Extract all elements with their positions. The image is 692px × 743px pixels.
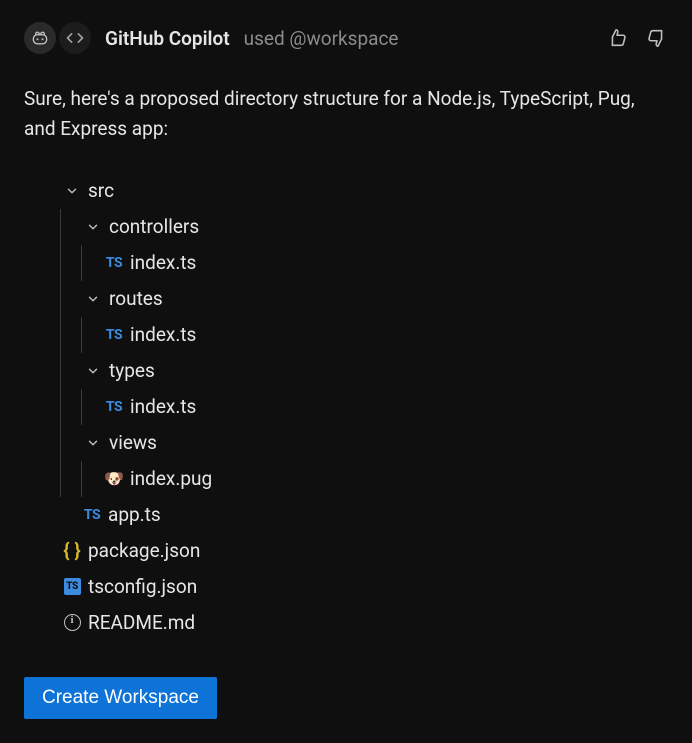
copilot-icon [30, 28, 50, 48]
tree-label: views [109, 431, 157, 454]
message-header: GitHub Copilot used @workspace [24, 22, 668, 54]
tree-folder-views[interactable]: views [40, 425, 668, 461]
tree-file-types-index[interactable]: TS index.ts [40, 389, 668, 425]
tree-folder-types[interactable]: types [40, 353, 668, 389]
info-icon [64, 614, 81, 631]
tree-file-views-index[interactable]: 🐶 index.pug [40, 461, 668, 497]
tree-label: types [109, 359, 155, 382]
tree-file-app[interactable]: TS app.ts [40, 497, 668, 533]
thumbs-up-icon [606, 27, 628, 49]
copilot-avatar [24, 22, 56, 54]
tree-folder-controllers[interactable]: controllers [40, 209, 668, 245]
chevron-down-icon [86, 292, 100, 306]
tree-label: index.ts [130, 251, 196, 274]
tree-label: tsconfig.json [88, 575, 197, 598]
typescript-icon: TS [106, 255, 122, 271]
message-body: Sure, here's a proposed directory struct… [24, 84, 668, 145]
feedback-controls [606, 27, 668, 49]
thumbs-down-button[interactable] [646, 27, 668, 49]
file-tree: src controllers TS index.ts routes [40, 173, 668, 641]
thumbs-down-icon [646, 27, 668, 49]
pug-icon: 🐶 [104, 469, 124, 488]
tree-label: index.pug [130, 467, 212, 490]
tree-file-readme[interactable]: README.md [40, 605, 668, 641]
create-workspace-button[interactable]: Create Workspace [24, 677, 217, 719]
tree-label: README.md [88, 611, 195, 634]
tree-label: index.ts [130, 323, 196, 346]
tree-label: src [88, 179, 114, 202]
tree-label: package.json [88, 539, 200, 562]
workspace-badge [59, 22, 91, 54]
tree-folder-src[interactable]: src [40, 173, 668, 209]
chevron-down-icon [86, 364, 100, 378]
tree-file-tsconfig[interactable]: TS tsconfig.json [40, 569, 668, 605]
tree-file-controllers-index[interactable]: TS index.ts [40, 245, 668, 281]
used-workspace-label: used @workspace [244, 27, 399, 50]
tree-label: app.ts [108, 503, 161, 526]
tree-label: index.ts [130, 395, 196, 418]
tree-label: routes [109, 287, 163, 310]
typescript-icon: TS [84, 507, 100, 523]
typescript-icon: TS [106, 327, 122, 343]
tsconfig-icon: TS [64, 578, 81, 595]
chevron-down-icon [65, 184, 79, 198]
code-icon [65, 28, 85, 48]
chevron-down-icon [86, 436, 100, 450]
copilot-chat-message: GitHub Copilot used @workspace Sure, her… [0, 0, 692, 743]
tree-folder-routes[interactable]: routes [40, 281, 668, 317]
json-icon: { } [63, 539, 80, 562]
tree-file-routes-index[interactable]: TS index.ts [40, 317, 668, 353]
thumbs-up-button[interactable] [606, 27, 628, 49]
tree-label: controllers [109, 215, 199, 238]
sender-name: GitHub Copilot [105, 27, 230, 50]
tree-file-package[interactable]: { } package.json [40, 533, 668, 569]
typescript-icon: TS [106, 399, 122, 415]
chevron-down-icon [86, 220, 100, 234]
